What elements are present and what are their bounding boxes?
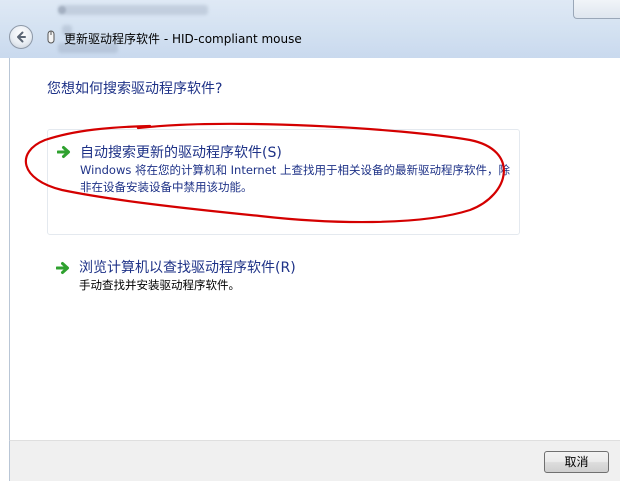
option-description: 手动查找并安装驱动程序软件。 xyxy=(79,278,240,292)
page-heading: 您想如何搜索驱动程序软件? xyxy=(47,81,223,97)
mouse-device-icon xyxy=(47,30,55,44)
option-auto-search[interactable]: 自动搜索更新的驱动程序软件(S) Windows 将在您的计算机和 Intern… xyxy=(47,129,520,235)
blurred-background-row xyxy=(58,5,208,15)
option-browse-computer[interactable]: 浏览计算机以查找驱动程序软件(R) 手动查找并安装驱动程序软件。 xyxy=(47,250,520,310)
option-description: Windows 将在您的计算机和 Internet 上查找用于相关设备的最新驱动… xyxy=(80,163,510,194)
wizard-content: 您想如何搜索驱动程序软件? 自动搜索更新的驱动程序软件(S) Windows 将… xyxy=(9,58,620,440)
back-button[interactable] xyxy=(9,25,33,49)
window-title: 更新驱动程序软件 - HID-compliant mouse xyxy=(64,32,302,46)
back-arrow-icon xyxy=(17,31,26,43)
option-title: 自动搜索更新的驱动程序软件(S) xyxy=(80,145,282,161)
wizard-footer: 取消 xyxy=(9,440,620,481)
blurred-background-dot xyxy=(58,6,66,14)
green-arrow-icon xyxy=(56,262,69,274)
close-button[interactable] xyxy=(573,0,620,19)
cancel-button[interactable]: 取消 xyxy=(544,451,609,473)
title-bar: 更新驱动程序软件 - HID-compliant mouse xyxy=(0,0,620,58)
green-arrow-icon xyxy=(57,146,70,158)
option-title: 浏览计算机以查找驱动程序软件(R) xyxy=(79,260,296,276)
